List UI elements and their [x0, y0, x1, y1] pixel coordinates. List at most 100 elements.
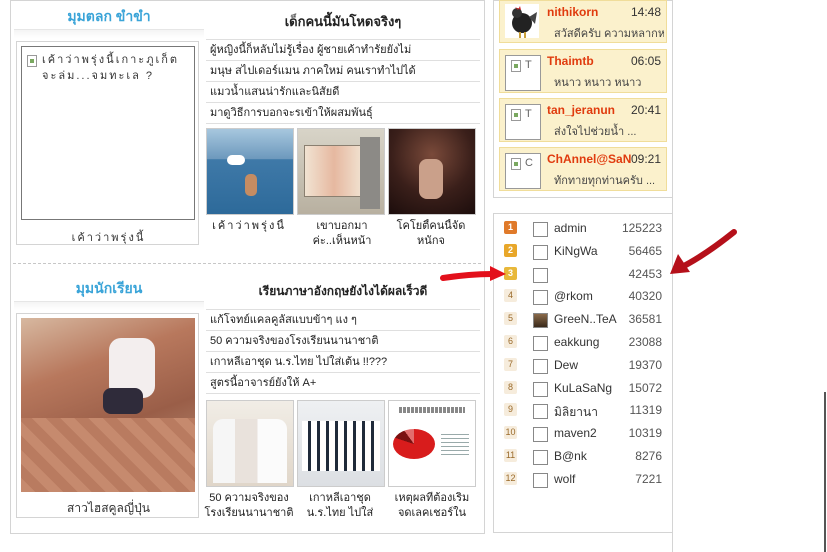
jokes-link[interactable]: มนุษ สไปเดอร์แมน ภาคใหม่ คนเราทำไปได้	[206, 61, 480, 82]
chat-username[interactable]: nithikorn	[547, 5, 598, 19]
rank-badge: 12	[504, 471, 517, 485]
chat-time: 09:21	[630, 152, 661, 166]
jokes-thumb-caption-1[interactable]: เค้าว่าพรุ่งนี้	[206, 219, 292, 234]
scrollbar-line[interactable]	[824, 392, 826, 552]
ranking-username[interactable]: B@nk	[554, 449, 622, 463]
jokes-feature-image[interactable]: เค้าว่าพรุ่งนี้เกาะภูเก็ตจะล่ม...จมทะเล …	[21, 46, 195, 220]
ranking-avatar[interactable]	[533, 450, 548, 465]
ranking-row[interactable]: 3 42453	[500, 263, 668, 285]
ranking-row[interactable]: 11 B@nk 8276	[500, 445, 668, 467]
students-link-list: แก้โจทย์แคลคูลัสแบบข้าๆ แง ๆ 50 ความจริง…	[206, 309, 480, 394]
ranking-row[interactable]: 10 maven2 10319	[500, 422, 668, 444]
students-link[interactable]: เกาหลีเอาชุด น.ร.ไทย ไปใส่เต้น !!???	[206, 352, 480, 373]
pie-chart-graphic	[393, 429, 435, 459]
ranking-row[interactable]: 6 eakkung 23088	[500, 331, 668, 353]
ranking-score: 11319	[629, 403, 662, 418]
ranking-row[interactable]: 4 @rkom 40320	[500, 285, 668, 307]
ranking-avatar[interactable]	[533, 404, 548, 420]
chat-item[interactable]: nithikorn 14:48 สวัสดีครับ ความหลากห	[499, 0, 667, 43]
jokes-link[interactable]: มาดูวิธีการบอกจะรเข้าให้ผสมพันธุ์	[206, 103, 480, 124]
ranking-avatar[interactable]	[533, 267, 548, 283]
chat-avatar[interactable]: T	[505, 104, 541, 140]
jokes-headline[interactable]: เด็กคนนี้มันโหดจริงๆ	[206, 11, 480, 32]
ranking-score: 7221	[635, 471, 662, 486]
chat-avatar[interactable]: C	[505, 153, 541, 189]
chat-item[interactable]: T tan_jeranun 20:41 ส่งใจไปช่วยน้ำ ...	[499, 98, 667, 142]
jokes-thumb-2[interactable]	[297, 128, 385, 215]
students-thumb-3[interactable]	[388, 400, 476, 487]
ranking-avatar[interactable]	[533, 222, 548, 237]
ranking-username[interactable]: @rkom	[554, 289, 622, 303]
students-link[interactable]: แก้โจทย์แคลคูลัสแบบข้าๆ แง ๆ	[206, 310, 480, 331]
chat-time: 14:48	[630, 5, 661, 19]
ranking-avatar[interactable]	[533, 244, 548, 260]
students-feature-box[interactable]: สาวไฮสคูลญี่ปุ่น	[16, 313, 199, 518]
ranking-row[interactable]: 1 admin 125223	[500, 217, 668, 239]
ranking-username[interactable]: maven2	[554, 426, 622, 440]
jokes-thumb-caption-3[interactable]: โคโยตี้คนนี้จัด หนักจ	[388, 219, 474, 249]
ranking-row[interactable]: 7 Dew 19370	[500, 354, 668, 376]
jokes-thumb-caption-2[interactable]: เขาบอกมา ค่ะ..เห็นหน้า	[297, 219, 387, 249]
students-thumb-caption-3[interactable]: เหตุผลที่ต้องเริ่ม จดเลคเชอร์ใน	[388, 491, 476, 521]
students-section-title[interactable]: มุมนักเรียน	[14, 278, 204, 300]
ranking-row[interactable]: 8 KuLaSaNg 15072	[500, 377, 668, 399]
students-group	[213, 419, 287, 483]
ranking-username[interactable]: มิลิยานา	[554, 403, 622, 422]
chat-avatar[interactable]: T	[505, 55, 541, 91]
jokes-feature-box[interactable]: เค้าว่าพรุ่งนี้เกาะภูเก็ตจะล่ม...จมทะเล …	[16, 41, 199, 245]
students-thumb-caption-2[interactable]: เกาหลีเอาชุด น.ร.ไทย ไปใส่	[297, 491, 383, 521]
jokes-thumb-3[interactable]	[388, 128, 476, 215]
jokes-feature-caption[interactable]: เค้าว่าพรุ่งนี้	[17, 228, 200, 246]
ranking-row[interactable]: 9 มิลิยานา 11319	[500, 399, 668, 421]
ranking-avatar[interactable]	[533, 427, 548, 443]
students-headline[interactable]: เรียนภาษาอังกฤษยังไงได้ผลเร็วดี	[206, 282, 480, 301]
arrow-annotation-left	[440, 266, 506, 281]
students-link[interactable]: 50 ความจริงของโรงเรียนนานาชาติ	[206, 331, 480, 352]
rank-badge: 1	[504, 221, 517, 234]
chart-legend-graphic	[441, 431, 469, 455]
students-thumb-1[interactable]	[206, 400, 294, 487]
chat-username[interactable]: ChAnnel@SaN	[547, 152, 631, 166]
ranking-username[interactable]: KiNgWa	[554, 244, 622, 258]
ranking-score: 10319	[628, 426, 662, 441]
ranking-username[interactable]: wolf	[554, 472, 622, 486]
ranking-username[interactable]: KuLaSaNg	[554, 381, 622, 395]
ranking-avatar[interactable]	[533, 358, 548, 374]
jokes-link[interactable]: แมวน้ำแสนน่ารักและนิสัยดี	[206, 82, 480, 103]
ranking-username[interactable]: eakkung	[554, 335, 622, 349]
arrow-annotation-right	[670, 229, 737, 274]
ranking-avatar[interactable]	[533, 336, 548, 351]
ranking-avatar[interactable]	[533, 290, 548, 306]
ranking-avatar[interactable]	[533, 381, 548, 397]
ranking-avatar[interactable]	[533, 313, 548, 329]
chat-time: 20:41	[630, 103, 661, 117]
ranking-score: 15072	[628, 380, 662, 395]
chart-title-graphic	[399, 407, 465, 413]
ranking-username[interactable]: GreeN..TeA	[554, 312, 622, 326]
chat-item[interactable]: T Thaimtb 06:05 หนาว หนาว หนาว	[499, 49, 667, 93]
chat-item[interactable]: C ChAnnel@SaN 09:21 ทักทายทุกท่านครับ ..…	[499, 147, 667, 191]
ranking-username[interactable]: Dew	[554, 358, 622, 372]
ranking-username[interactable]: admin	[554, 221, 622, 235]
ranking-row[interactable]: 5 GreeN..TeA 36581	[500, 308, 668, 330]
ranking-row[interactable]: 12 wolf 7221	[500, 468, 668, 490]
jokes-thumb-1[interactable]	[206, 128, 294, 215]
ranking-score: 125223	[621, 221, 662, 235]
students-thumb-caption-1[interactable]: 50 ความจริงของ โรงเรียนนานาชาติ	[204, 491, 294, 521]
broken-image-icon	[511, 158, 521, 170]
ranking-row[interactable]: 2 KiNgWa 56465	[500, 240, 668, 262]
chat-username[interactable]: Thaimtb	[547, 54, 594, 68]
swimmer-figure	[245, 174, 257, 196]
rank-badge: 6	[504, 335, 517, 348]
students-thumb-2[interactable]	[297, 400, 385, 487]
chat-username[interactable]: tan_jeranun	[547, 103, 615, 117]
bag-shape	[103, 388, 143, 414]
chat-avatar[interactable]	[505, 4, 539, 38]
ranking-avatar[interactable]	[533, 472, 548, 488]
jokes-link[interactable]: ผู้หญิงนี้ก็หลับไม่รู้เรื่อง ผู้ชายเค้าท…	[206, 40, 480, 61]
students-feature-image[interactable]	[21, 318, 195, 492]
students-feature-caption[interactable]: สาวไฮสคูลญี่ปุ่น	[17, 499, 200, 518]
chat-message: ส่งใจไปช่วยน้ำ ...	[554, 126, 637, 138]
jokes-section-title[interactable]: มุมตลก ขำขำ	[14, 6, 204, 28]
students-link[interactable]: สูตรนี้อาจารย์ยังให้ A+	[206, 373, 480, 394]
